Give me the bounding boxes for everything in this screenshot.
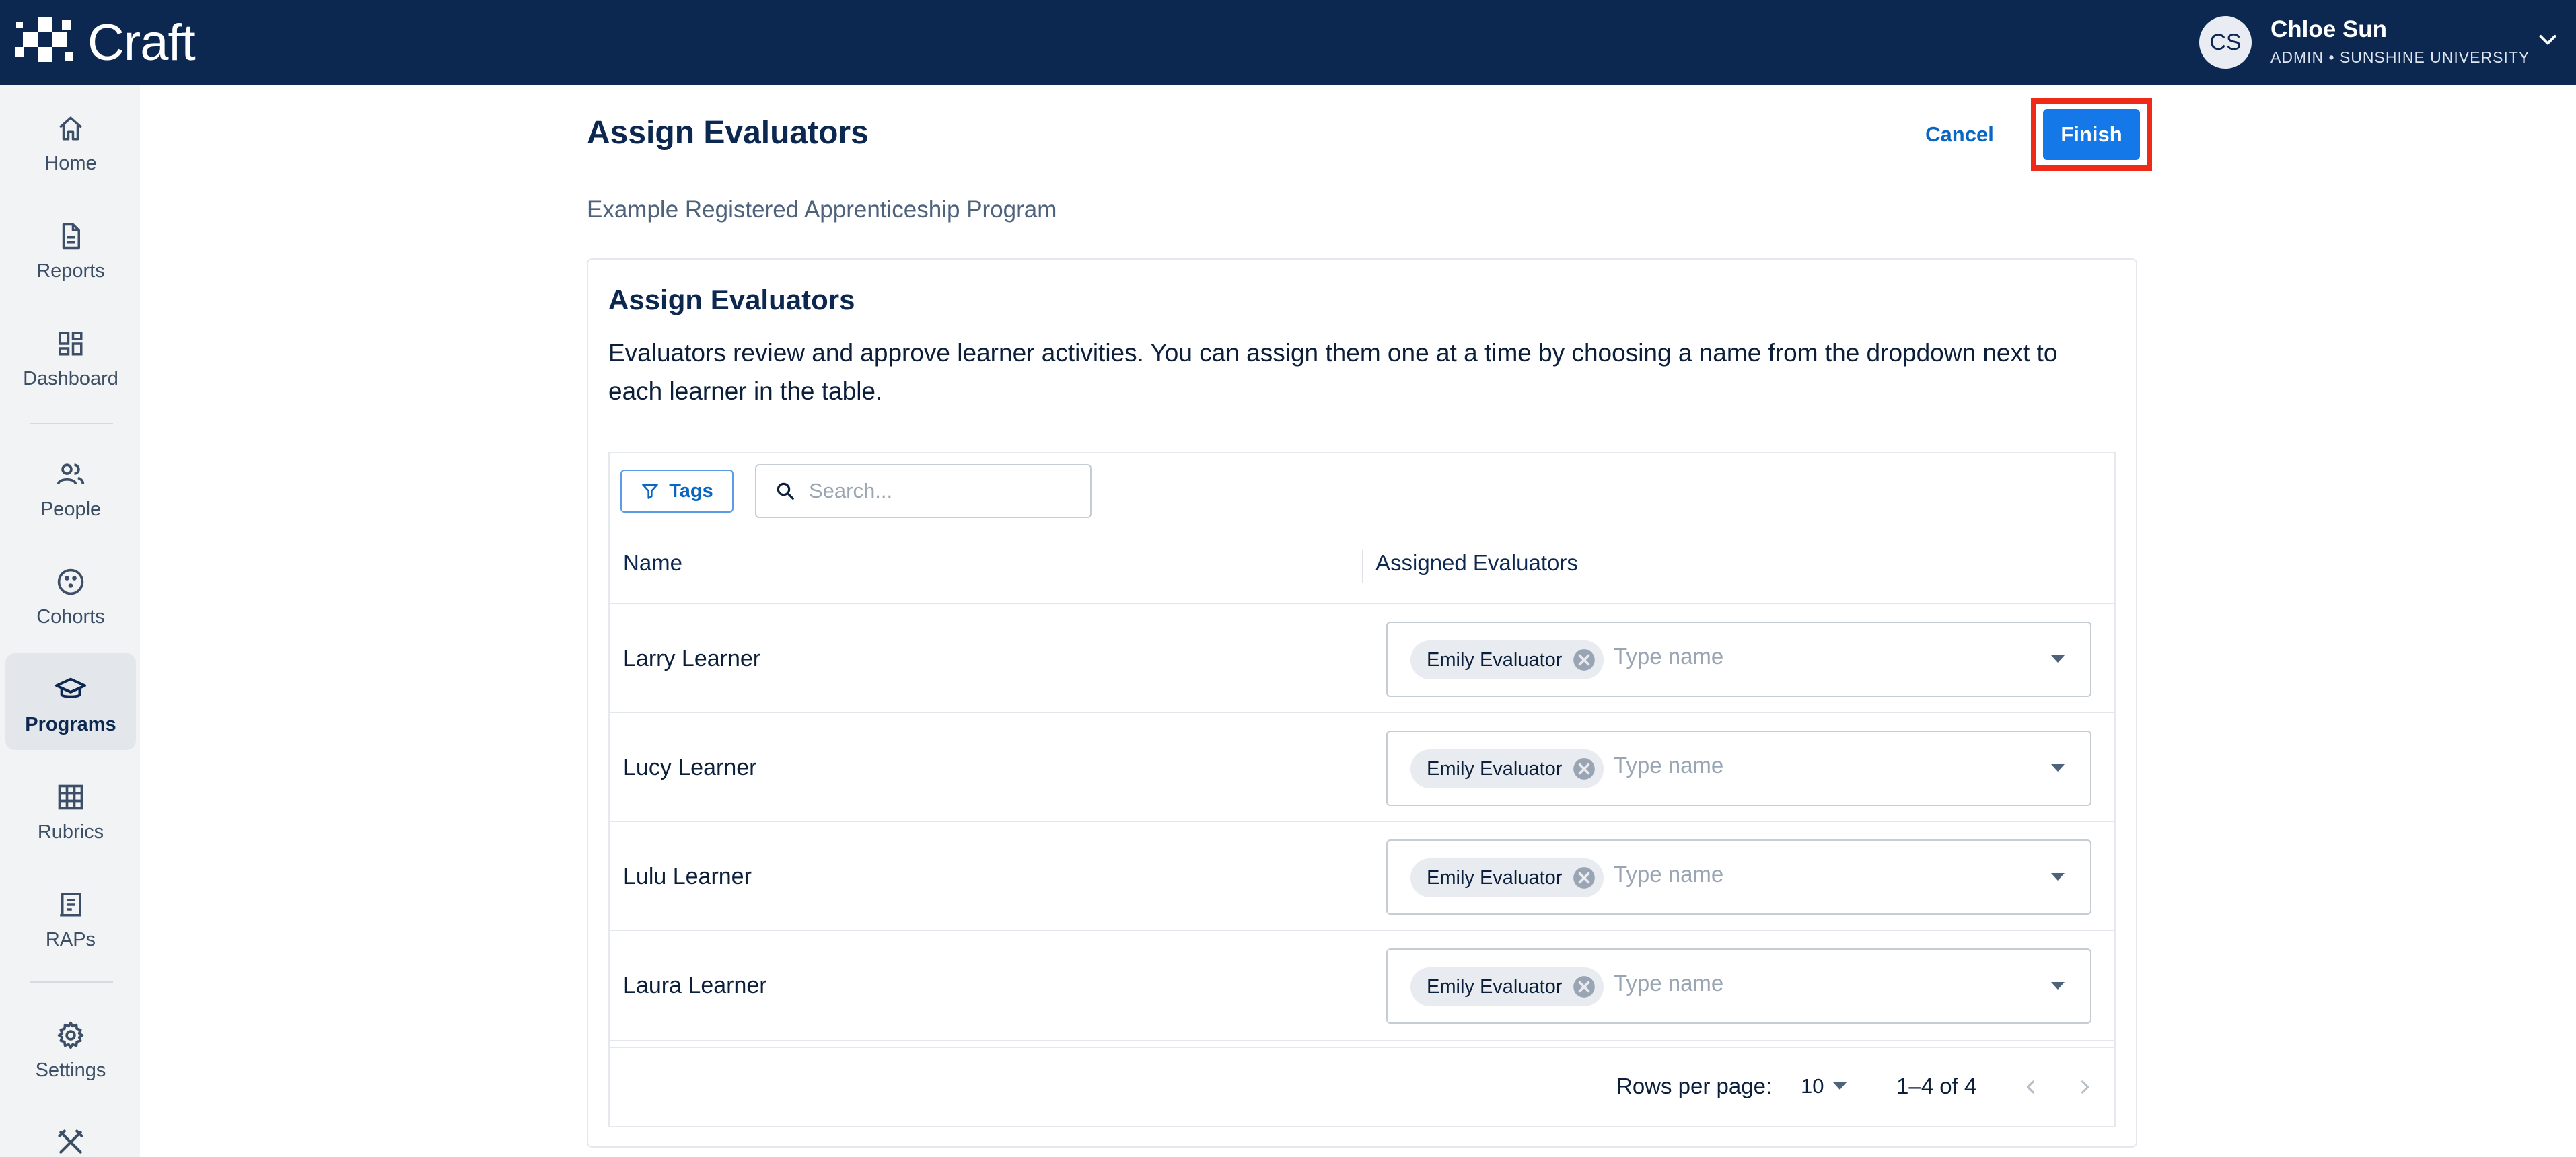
sidebar-item-label: Reports [36, 260, 105, 282]
dropdown-arrow-icon[interactable] [2051, 764, 2065, 772]
sidebar-item-label: Settings [35, 1059, 106, 1081]
evaluator-name-input[interactable] [1612, 752, 2019, 779]
user-menu[interactable]: CS Chloe Sun ADMIN • SUNSHINE UNIVERSITY [2199, 0, 2576, 85]
sidebar-divider [30, 981, 113, 983]
brand-name: Craft [87, 14, 196, 71]
dropdown-arrow-icon[interactable] [2051, 873, 2065, 881]
dropdown-arrow-icon [1833, 1082, 1847, 1090]
sidebar-item-reports[interactable]: Reports [5, 200, 136, 297]
remove-chip-icon[interactable] [1571, 756, 1597, 782]
grid-icon [55, 781, 87, 813]
home-icon [55, 112, 87, 145]
dropdown-arrow-icon[interactable] [2051, 655, 2065, 663]
user-role: ADMIN • SUNSHINE UNIVERSITY [2270, 48, 2530, 66]
sidebar-item-label: Programs [25, 714, 116, 735]
sidebar-item-label: Dashboard [23, 368, 118, 389]
notebook-icon [55, 889, 87, 921]
column-header-assigned-evaluators[interactable]: Assigned Evaluators [1375, 550, 1578, 576]
document-icon [55, 220, 87, 252]
sidebar-item-tools[interactable] [5, 1107, 136, 1157]
evaluator-select[interactable]: Emily Evaluator [1386, 731, 2091, 806]
brand-logo[interactable]: Craft [15, 14, 196, 71]
rows-per-page-label: Rows per page: [1616, 1074, 1773, 1098]
sidebar-item-home[interactable]: Home [5, 92, 136, 189]
evaluator-chip: Emily Evaluator [1410, 749, 1604, 788]
tools-icon [55, 1127, 87, 1157]
evaluator-chip: Emily Evaluator [1410, 640, 1604, 679]
remove-chip-icon[interactable] [1571, 974, 1597, 1000]
evaluator-name-input[interactable] [1612, 970, 2019, 997]
sidebar-item-raps[interactable]: RAPs [5, 868, 136, 965]
finish-button[interactable]: Finish [2043, 109, 2140, 160]
cancel-button[interactable]: Cancel [1912, 114, 2007, 155]
column-separator [1362, 550, 1363, 583]
tags-filter-button[interactable]: Tags [620, 470, 734, 513]
card-title: Assign Evaluators [608, 284, 855, 315]
sidebar-item-programs[interactable]: Programs [5, 653, 136, 750]
page-title: Assign Evaluators [587, 115, 869, 151]
evaluator-select[interactable]: Emily Evaluator [1386, 839, 2091, 915]
chevron-left-icon [2026, 1080, 2035, 1094]
learner-name: Larry Learner [623, 646, 761, 671]
search-input[interactable] [808, 478, 1079, 504]
evaluator-chip: Emily Evaluator [1410, 967, 1604, 1006]
sidebar: Home Reports Dashboard People Cohorts Pr… [0, 85, 140, 1157]
search-icon [777, 482, 794, 500]
row-divider [610, 1040, 2114, 1041]
chip-label: Emily Evaluator [1427, 975, 1563, 998]
sidebar-item-label: People [40, 498, 102, 520]
evaluator-select[interactable]: Emily Evaluator [1386, 622, 2091, 697]
row-divider [610, 712, 2114, 713]
learner-name: Laura Learner [623, 973, 767, 998]
next-page-button[interactable] [2070, 1072, 2100, 1102]
craft-logo-icon [15, 17, 73, 62]
filter-icon [642, 484, 659, 499]
sidebar-item-rubrics[interactable]: Rubrics [5, 761, 136, 858]
remove-chip-icon[interactable] [1571, 647, 1597, 673]
remove-chip-icon[interactable] [1571, 865, 1597, 891]
people-icon [55, 458, 87, 490]
evaluator-select[interactable]: Emily Evaluator [1386, 948, 2091, 1024]
sidebar-item-label: RAPs [45, 929, 96, 950]
program-name: Example Registered Apprenticeship Progra… [587, 196, 1057, 223]
evaluator-name-input[interactable] [1612, 643, 2019, 670]
previous-page-button[interactable] [2016, 1072, 2046, 1102]
dashboard-icon [55, 328, 87, 360]
sidebar-item-label: Cohorts [36, 606, 105, 628]
evaluator-chip: Emily Evaluator [1410, 858, 1604, 897]
row-divider [610, 930, 2114, 931]
pagination-range: 1–4 of 4 [1896, 1074, 1977, 1098]
search-field[interactable] [755, 464, 1092, 518]
sidebar-item-people[interactable]: People [5, 438, 136, 535]
learner-name: Lulu Learner [623, 864, 752, 889]
sidebar-item-label: Rubrics [37, 821, 104, 843]
sidebar-item-cohorts[interactable]: Cohorts [5, 546, 136, 642]
sidebar-item-dashboard[interactable]: Dashboard [5, 307, 136, 404]
cohorts-icon [55, 566, 87, 598]
dropdown-arrow-icon[interactable] [2051, 982, 2065, 990]
column-header-name[interactable]: Name [623, 550, 682, 576]
user-name: Chloe Sun [2270, 16, 2388, 42]
chip-label: Emily Evaluator [1427, 648, 1563, 671]
learner-name: Lucy Learner [623, 755, 757, 780]
pagination-divider [610, 1047, 2114, 1048]
sidebar-item-settings[interactable]: Settings [5, 999, 136, 1096]
top-bar: Craft CS Chloe Sun ADMIN • SUNSHINE UNIV… [0, 0, 2576, 85]
gear-icon [55, 1019, 87, 1051]
rows-per-page-select[interactable]: 10 [1801, 1071, 1847, 1102]
chevron-down-icon[interactable] [2536, 28, 2560, 52]
avatar: CS [2199, 16, 2252, 69]
sidebar-item-label: Home [44, 153, 97, 174]
chip-label: Emily Evaluator [1427, 866, 1563, 889]
sidebar-divider [30, 423, 113, 424]
tags-label: Tags [669, 480, 713, 502]
card-description: Evaluators review and approve learner ac… [608, 339, 2058, 405]
row-divider [610, 603, 2114, 604]
chip-label: Emily Evaluator [1427, 757, 1563, 780]
chevron-right-icon [2081, 1080, 2089, 1094]
graduation-cap-icon [55, 673, 87, 706]
evaluator-name-input[interactable] [1612, 861, 2019, 888]
rows-per-page-value: 10 [1801, 1074, 1824, 1098]
row-divider [610, 821, 2114, 822]
